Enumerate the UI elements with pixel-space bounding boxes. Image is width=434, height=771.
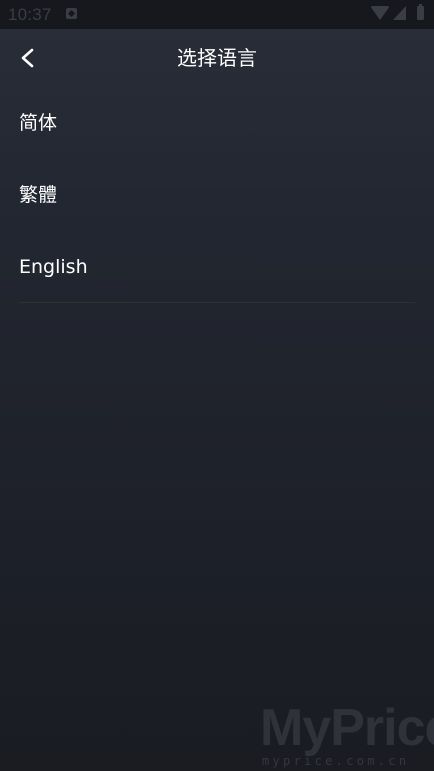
wifi-icon bbox=[370, 6, 390, 20]
watermark-sub-text: myprice.com.cn bbox=[262, 754, 410, 768]
page-title: 选择语言 bbox=[177, 46, 257, 70]
status-time: 10:37 bbox=[8, 5, 52, 24]
watermark-main-text: MyPrice bbox=[260, 699, 434, 757]
signal-icon bbox=[393, 6, 406, 20]
language-item-simplified[interactable]: 简体 bbox=[0, 87, 434, 159]
language-list: 简体 繁體 English bbox=[0, 87, 434, 303]
app-bar: 选择语言 bbox=[0, 29, 434, 87]
status-bar: 10:37 bbox=[0, 0, 434, 29]
language-item-english[interactable]: English bbox=[0, 231, 434, 303]
notification-icon bbox=[66, 8, 77, 19]
battery-icon bbox=[417, 4, 424, 20]
language-select-screen: 10:37 选择语言 简体 繁體 English MyPrice myprice… bbox=[0, 0, 434, 771]
watermark-logo: MyPrice myprice.com.cn bbox=[258, 698, 434, 771]
back-button[interactable] bbox=[8, 37, 48, 79]
chevron-left-icon bbox=[21, 48, 34, 68]
language-item-traditional[interactable]: 繁體 bbox=[0, 159, 434, 231]
